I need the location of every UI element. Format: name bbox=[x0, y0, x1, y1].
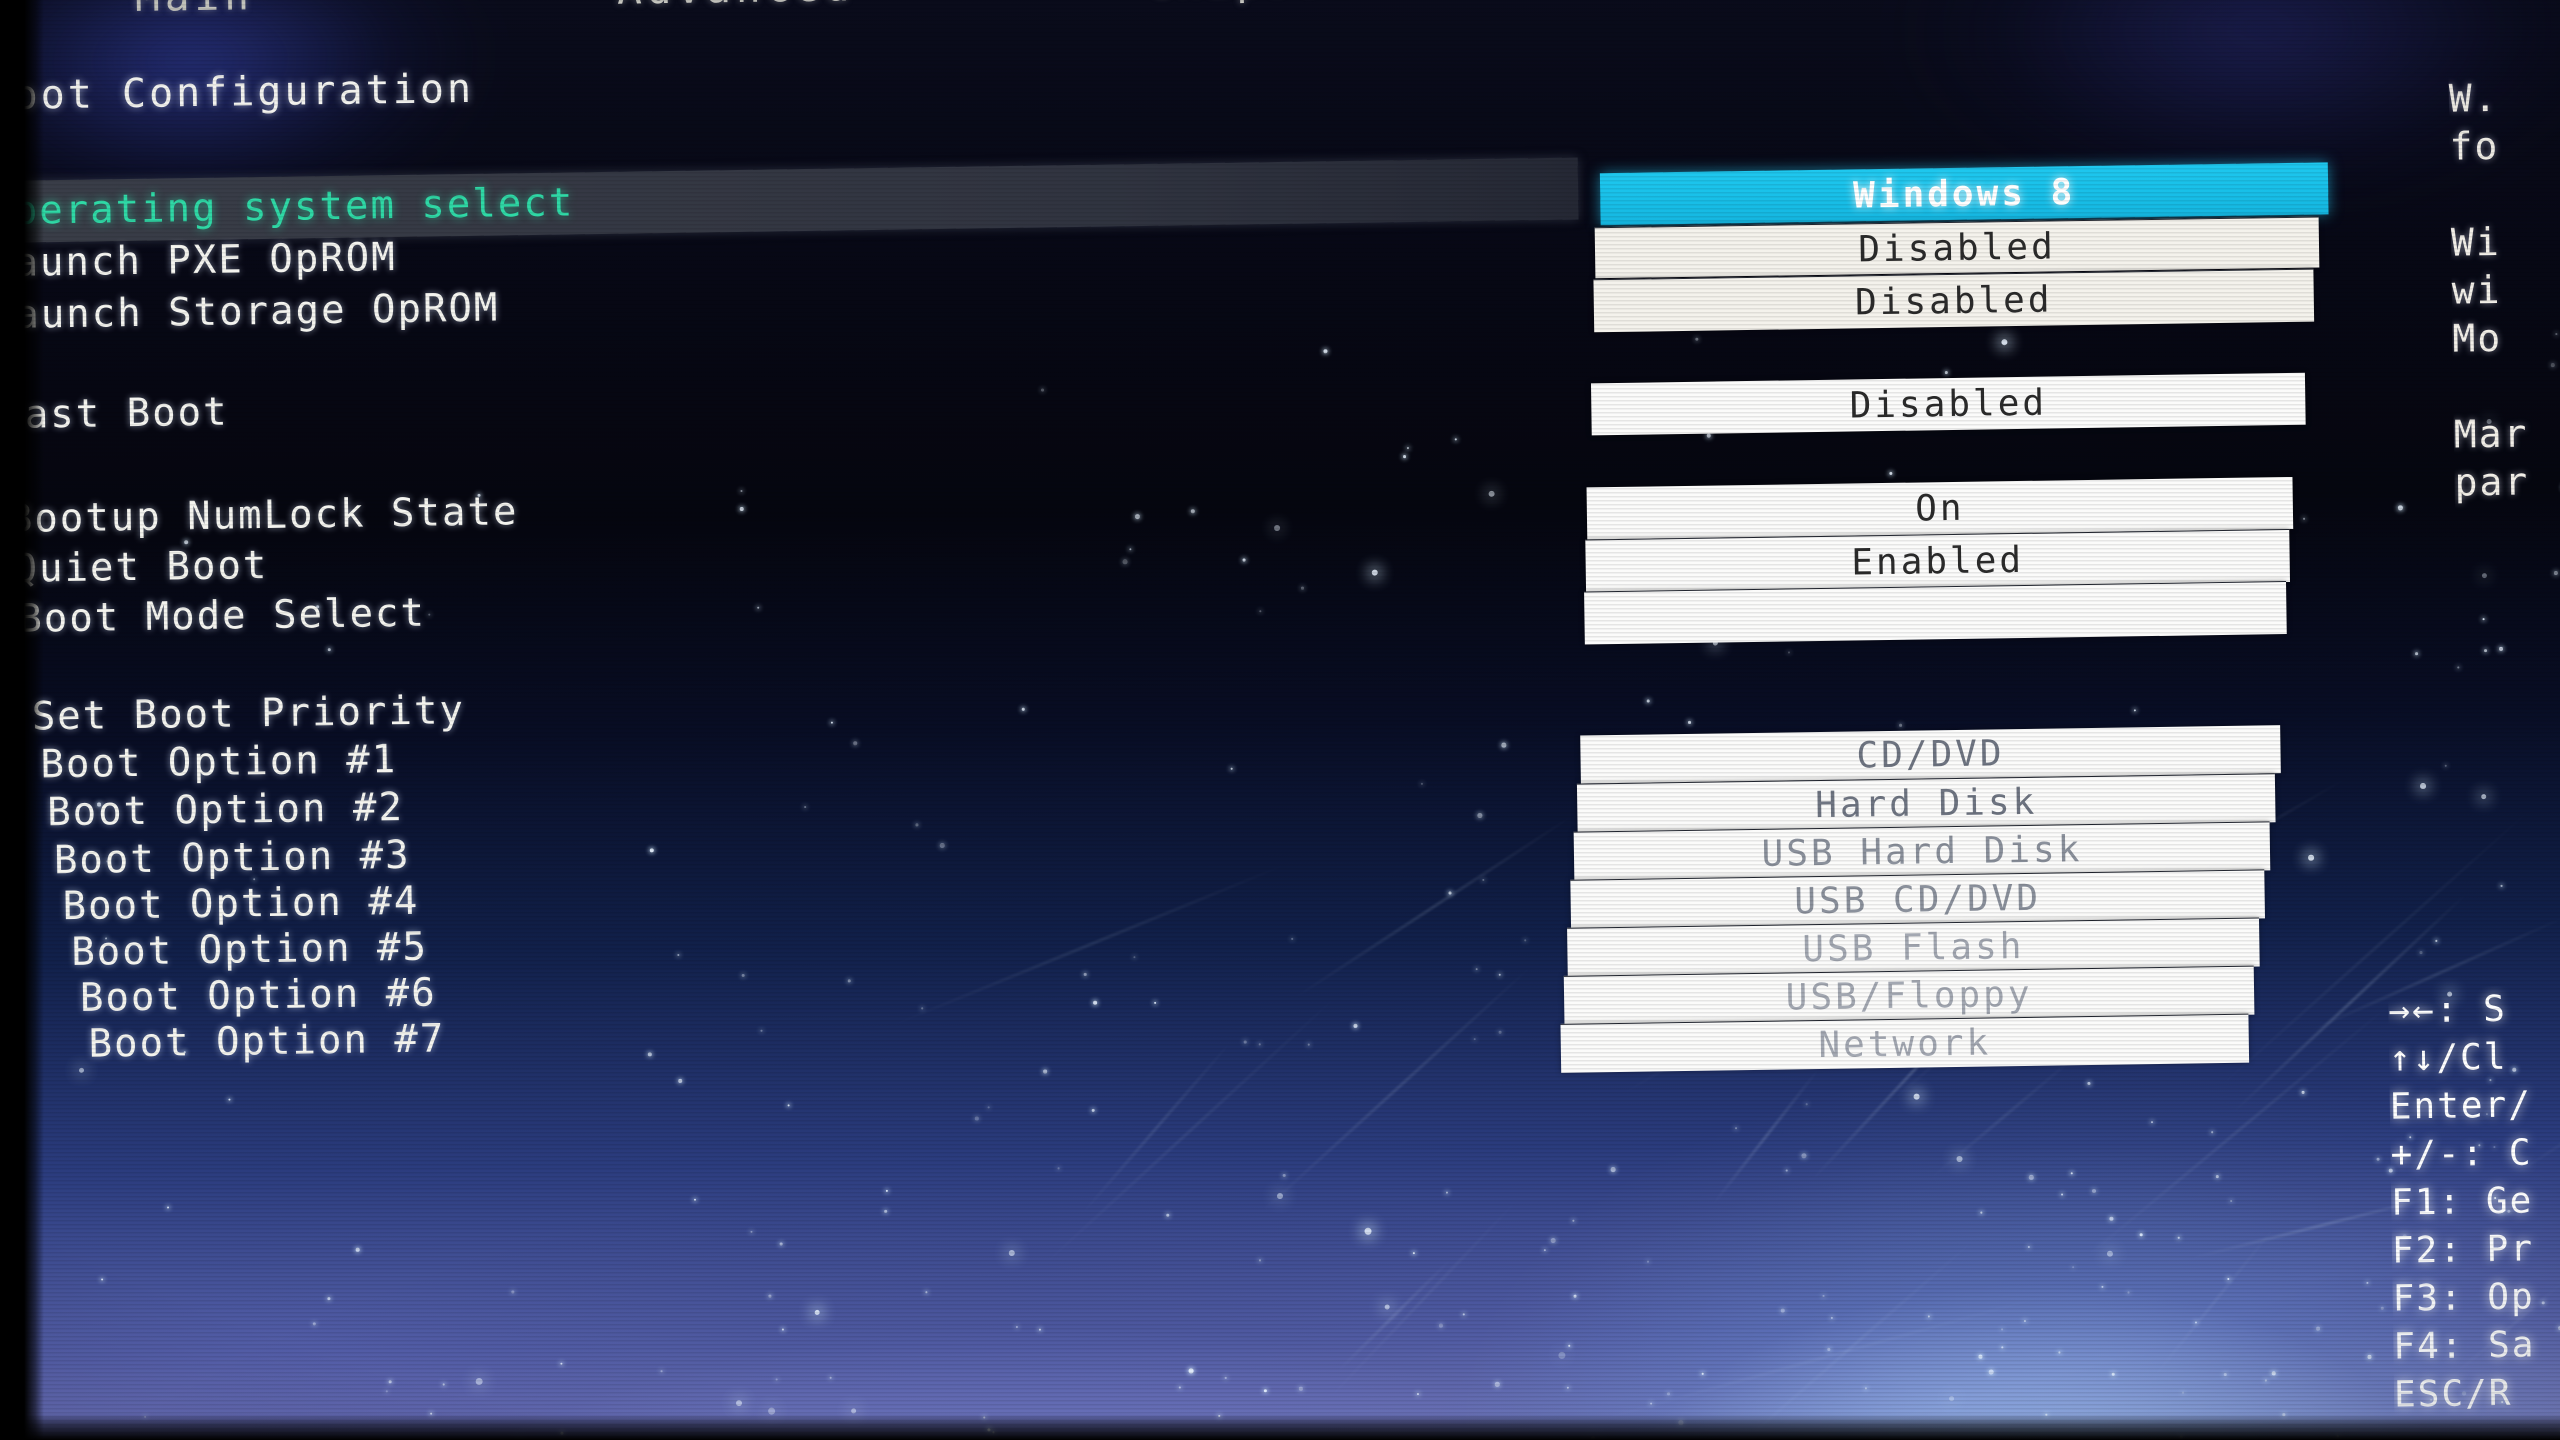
help-line-1: W. bbox=[2448, 75, 2499, 121]
boot-option-label-3[interactable]: Boot Option #3 bbox=[54, 833, 411, 883]
key-legend-f1-general-help: F1: Ge bbox=[2390, 1180, 2534, 1224]
setting-label-boot-mode-select[interactable]: Boot Mode Select bbox=[18, 591, 426, 642]
key-legend-change-opt: +/-: C bbox=[2390, 1132, 2533, 1176]
tab-chipset[interactable]: Chipset bbox=[1147, 0, 1355, 6]
tab-advanced[interactable]: Advanced bbox=[617, 0, 855, 14]
help-line-5: wi bbox=[2451, 267, 2502, 313]
help-line-7 bbox=[2453, 361, 2560, 411]
setting-label-operating-system-select[interactable]: Operating system select bbox=[0, 180, 575, 234]
setting-value-operating-system-select[interactable]: Windows 8 bbox=[1599, 162, 2329, 226]
help-panel: W. fo Wi wi Mo Mar par bbox=[2448, 73, 2560, 595]
boot-option-label-6[interactable]: Boot Option #6 bbox=[80, 971, 437, 1021]
boot-option-value-7[interactable]: Network bbox=[1560, 1013, 2250, 1073]
help-line-2: fo bbox=[2449, 123, 2500, 169]
bios-screen: Main Advanced Chipset M.I.B. III Boot Bo… bbox=[0, 0, 2560, 1440]
key-legend-f2-previous: F2: Pr bbox=[2391, 1228, 2535, 1272]
setting-value-launch-pxe-oprom[interactable]: Disabled bbox=[1594, 216, 2320, 279]
setup-content: Boot Configuration Operating system sele… bbox=[0, 0, 2560, 1440]
setting-label-launch-storage-oprom[interactable]: Launch Storage OpROM bbox=[0, 286, 500, 339]
help-line-3 bbox=[2450, 169, 2560, 219]
key-legend-select-screen: →←: S bbox=[2388, 988, 2508, 1032]
boot-option-label-5[interactable]: Boot Option #5 bbox=[71, 925, 428, 975]
page-title: Boot Configuration bbox=[0, 65, 475, 120]
key-legend-f3-optimized: F3: Op bbox=[2392, 1276, 2535, 1320]
help-line-6: Mo bbox=[2452, 315, 2503, 361]
key-legend-enter-select: Enter/ bbox=[2389, 1084, 2533, 1128]
setting-value-launch-storage-oprom[interactable]: Disabled bbox=[1593, 268, 2315, 333]
setting-label-bootup-numlock-state[interactable]: Bootup NumLock State bbox=[8, 489, 518, 542]
boot-option-label-4[interactable]: Boot Option #4 bbox=[62, 879, 419, 929]
key-legend-f4-save: F4: Sa bbox=[2393, 1324, 2536, 1368]
photo-stage: Main Advanced Chipset M.I.B. III Boot Bo… bbox=[0, 0, 2560, 1440]
boot-priority-title: Set Boot Priority bbox=[31, 688, 466, 740]
boot-option-label-7[interactable]: Boot Option #7 bbox=[88, 1016, 445, 1066]
setting-value-boot-mode-select[interactable] bbox=[1584, 581, 2287, 645]
boot-option-label-1[interactable]: Boot Option #1 bbox=[40, 737, 397, 787]
setting-label-launch-pxe-oprom[interactable]: Launch PXE OpROM bbox=[0, 235, 397, 286]
tab-main[interactable]: Main bbox=[135, 0, 254, 21]
monitor-bezel-left bbox=[0, 0, 44, 1440]
key-legend: →←: S ↑↓/Cl Enter/ +/-: C F1: Ge F2: Pr … bbox=[2388, 985, 2545, 1427]
key-legend-select-item: ↑↓/Cl bbox=[2388, 1036, 2508, 1080]
monitor-bezel-bottom bbox=[0, 1414, 2560, 1440]
setting-label-quiet-boot[interactable]: Quiet Boot bbox=[13, 543, 268, 592]
key-legend-esc-exit: ESC/R bbox=[2393, 1372, 2513, 1416]
help-line-8: Mar bbox=[2453, 411, 2529, 457]
setting-value-fast-boot[interactable]: Disabled bbox=[1590, 372, 2306, 436]
help-line-9: par bbox=[2454, 459, 2530, 505]
boot-option-label-2[interactable]: Boot Option #2 bbox=[47, 785, 404, 835]
help-line-4: Wi bbox=[2450, 219, 2502, 265]
